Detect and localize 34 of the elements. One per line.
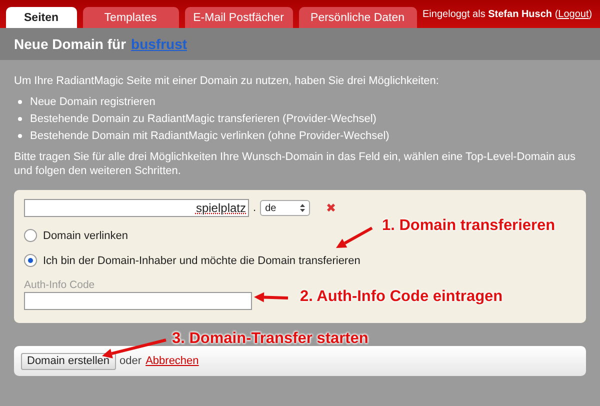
auth-label: Auth-Info Code	[24, 279, 96, 291]
option-text: Bestehende Domain zu RadiantMagic transferieren (Provider-Wechsel)	[30, 113, 376, 125]
dot-separator: .	[253, 202, 256, 214]
arrow	[336, 226, 373, 248]
remove-icon[interactable]: ✖	[326, 201, 336, 215]
create-domain-button[interactable]: Domain erstellen	[21, 352, 116, 370]
cancel-link[interactable]: Abbrechen	[146, 355, 199, 367]
annotation-text: 3. Domain-Transfer starten	[172, 330, 368, 348]
page-title: Neue Domain für	[14, 36, 126, 52]
nav-tab[interactable]: Templates	[82, 7, 179, 28]
bullet-icon	[18, 117, 22, 121]
nav-tab[interactable]: E-Mail Postfächer	[184, 7, 293, 28]
radio-label: Domain verlinken	[43, 230, 128, 242]
bullet-icon	[18, 100, 22, 104]
nav-tab[interactable]: Seiten	[6, 7, 77, 28]
instructions-text: Bitte tragen Sie für alle drei Möglichkeiten Ihre Wunsch-Domain in das Feld ein, wählen eine Top-Level-Domain aus und folgen den weiteren Schritten.	[14, 150, 576, 178]
auth-code-field[interactable]	[24, 292, 252, 310]
or-text: oder	[120, 355, 142, 367]
domain-field[interactable]: spielplatz	[24, 199, 249, 217]
nav-tab[interactable]: Persönliche Daten	[298, 7, 417, 28]
option-text: Bestehende Domain mit RadiantMagic verlinken (ohne Provider-Wechsel)	[30, 130, 390, 142]
bullet-icon	[18, 134, 22, 138]
intro-text: Um Ihre RadiantMagic Seite mit einer Domain zu nutzen, haben Sie drei Möglichkeiten:	[14, 74, 440, 88]
stepper-icon	[300, 204, 306, 212]
option-text: Neue Domain registrieren	[30, 96, 156, 108]
radio-button[interactable]	[24, 254, 37, 267]
radio-button[interactable]	[24, 229, 37, 242]
annotation-text: 2. Auth-Info Code eintragen	[300, 288, 503, 306]
login-status: Eingeloggt als Stefan Husch (Logout)	[422, 8, 594, 20]
annotation-text: 1. Domain transferieren	[382, 217, 556, 235]
arrow	[254, 292, 288, 302]
tld-select[interactable]: de	[260, 200, 310, 216]
logout-link[interactable]: Logout	[558, 8, 589, 20]
radio-label: Ich bin der Domain-Inhaber und möchte die Domain transferieren	[43, 254, 360, 266]
